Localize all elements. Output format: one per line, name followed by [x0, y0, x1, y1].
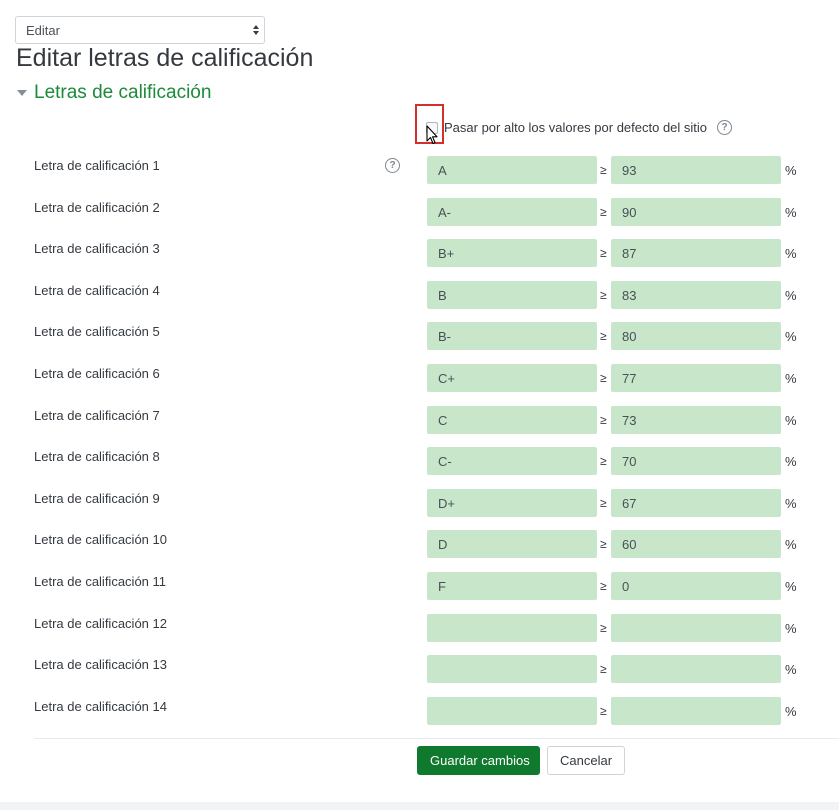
- grade-letter-row: Letra de calificación 12 ≥%: [0, 614, 839, 646]
- greater-equal-sign: ≥: [600, 413, 607, 427]
- cancel-button[interactable]: Cancelar: [547, 746, 625, 775]
- grade-letter-input[interactable]: C: [427, 406, 597, 434]
- grade-letter-input[interactable]: A: [427, 156, 597, 184]
- grade-boundary-input[interactable]: [611, 697, 781, 725]
- percent-sign: %: [785, 205, 797, 220]
- percent-sign: %: [785, 496, 797, 511]
- grade-letter-row: Letra de calificación 1? A ≥93%: [0, 156, 839, 188]
- page-title: Editar letras de calificación: [16, 44, 314, 72]
- percent-sign: %: [785, 288, 797, 303]
- greater-equal-sign: ≥: [600, 163, 607, 177]
- grade-letter-row: Letra de calificación 4 B ≥83%: [0, 281, 839, 313]
- grade-boundary-input[interactable]: [611, 614, 781, 642]
- grade-boundary-input[interactable]: 73: [611, 406, 781, 434]
- grade-boundary-input[interactable]: 87: [611, 239, 781, 267]
- save-button[interactable]: Guardar cambios: [417, 746, 540, 775]
- collapse-triangle-icon: [17, 90, 27, 96]
- grade-letter-row: Letra de calificación 9 D+ ≥67%: [0, 489, 839, 521]
- grade-letter-row: Letra de calificación 2 A- ≥90%: [0, 198, 839, 230]
- grade-boundary-input[interactable]: 80: [611, 322, 781, 350]
- grade-boundary-input[interactable]: 0: [611, 572, 781, 600]
- grade-letter-input[interactable]: [427, 697, 597, 725]
- grade-letter-input[interactable]: A-: [427, 198, 597, 226]
- grade-boundary-input[interactable]: 90: [611, 198, 781, 226]
- action-select-value: Editar: [26, 23, 60, 38]
- grade-letter-input[interactable]: B-: [427, 322, 597, 350]
- percent-sign: %: [785, 621, 797, 636]
- grade-boundary-input[interactable]: 60: [611, 530, 781, 558]
- grade-letter-label: Letra de calificación 9: [34, 491, 160, 506]
- greater-equal-sign: ≥: [600, 454, 607, 468]
- grade-letter-row: Letra de calificación 8 C- ≥70%: [0, 447, 839, 479]
- grade-letter-input[interactable]: B: [427, 281, 597, 309]
- grade-letter-label: Letra de calificación 12: [34, 616, 167, 631]
- percent-sign: %: [785, 163, 797, 178]
- percent-sign: %: [785, 579, 797, 594]
- percent-sign: %: [785, 329, 797, 344]
- percent-sign: %: [785, 246, 797, 261]
- grade-letter-label: Letra de calificación 5: [34, 324, 160, 339]
- greater-equal-sign: ≥: [600, 537, 607, 551]
- grade-letter-input[interactable]: C-: [427, 447, 597, 475]
- percent-sign: %: [785, 413, 797, 428]
- percent-sign: %: [785, 454, 797, 469]
- grade-letter-label: Letra de calificación 11: [34, 574, 167, 589]
- percent-sign: %: [785, 371, 797, 386]
- grade-letter-input[interactable]: B+: [427, 239, 597, 267]
- grade-letter-label: Letra de calificación 10: [34, 532, 167, 547]
- grade-letter-row: Letra de calificación 3 B+ ≥87%: [0, 239, 839, 271]
- grade-letter-row: Letra de calificación 10 D ≥60%: [0, 530, 839, 562]
- grade-letter-label: Letra de calificación 8: [34, 449, 160, 464]
- percent-sign: %: [785, 537, 797, 552]
- greater-equal-sign: ≥: [600, 246, 607, 260]
- mouse-cursor-icon: [426, 125, 438, 145]
- section-title: Letras de calificación: [34, 82, 212, 103]
- grade-letter-label: Letra de calificación 13: [34, 657, 167, 672]
- greater-equal-sign: ≥: [600, 205, 607, 219]
- percent-sign: %: [785, 662, 797, 677]
- grade-letter-label: Letra de calificación 6: [34, 366, 160, 381]
- help-icon[interactable]: ?: [385, 158, 400, 173]
- override-label: Pasar por alto los valores por defecto d…: [444, 120, 708, 135]
- grade-boundary-input[interactable]: [611, 655, 781, 683]
- greater-equal-sign: ≥: [600, 579, 607, 593]
- grade-letter-label: Letra de calificación 14: [34, 699, 167, 714]
- help-icon[interactable]: ?: [717, 120, 733, 135]
- grade-letter-label: Letra de calificación 2: [34, 200, 160, 215]
- grade-letter-label: Letra de calificación 3: [34, 241, 160, 256]
- grade-letter-row: Letra de calificación 11 F ≥0%: [0, 572, 839, 604]
- greater-equal-sign: ≥: [600, 329, 607, 343]
- greater-equal-sign: ≥: [600, 288, 607, 302]
- grade-boundary-input[interactable]: 77: [611, 364, 781, 392]
- page-footer-strip: [0, 802, 839, 810]
- greater-equal-sign: ≥: [600, 704, 607, 718]
- grade-letter-row: Letra de calificación 6 C+ ≥77%: [0, 364, 839, 396]
- form-divider: [34, 738, 839, 739]
- greater-equal-sign: ≥: [600, 371, 607, 385]
- grade-letter-label: Letra de calificación 1: [34, 158, 160, 173]
- action-select[interactable]: Editar: [15, 16, 265, 44]
- percent-sign: %: [785, 704, 797, 719]
- grade-letter-input[interactable]: D+: [427, 489, 597, 517]
- grade-boundary-input[interactable]: 70: [611, 447, 781, 475]
- grade-boundary-input[interactable]: 67: [611, 489, 781, 517]
- grade-letter-input[interactable]: D: [427, 530, 597, 558]
- grade-letter-input[interactable]: [427, 614, 597, 642]
- grade-letter-row: Letra de calificación 14 ≥%: [0, 697, 839, 729]
- grade-letter-row: Letra de calificación 5 B- ≥80%: [0, 322, 839, 354]
- greater-equal-sign: ≥: [600, 621, 607, 635]
- grade-letter-label: Letra de calificación 4: [34, 283, 160, 298]
- greater-equal-sign: ≥: [600, 662, 607, 676]
- grade-boundary-input[interactable]: 83: [611, 281, 781, 309]
- grade-letter-row: Letra de calificación 13 ≥%: [0, 655, 839, 687]
- grade-letter-input[interactable]: [427, 655, 597, 683]
- grade-letter-label: Letra de calificación 7: [34, 408, 160, 423]
- grade-letter-row: Letra de calificación 7 C ≥73%: [0, 406, 839, 438]
- section-header[interactable]: Letras de calificación: [17, 82, 211, 104]
- grade-letter-input[interactable]: C+: [427, 364, 597, 392]
- greater-equal-sign: ≥: [600, 496, 607, 510]
- grade-boundary-input[interactable]: 93: [611, 156, 781, 184]
- grade-letter-input[interactable]: F: [427, 572, 597, 600]
- override-row: Pasar por alto los valores por defecto d…: [426, 120, 733, 135]
